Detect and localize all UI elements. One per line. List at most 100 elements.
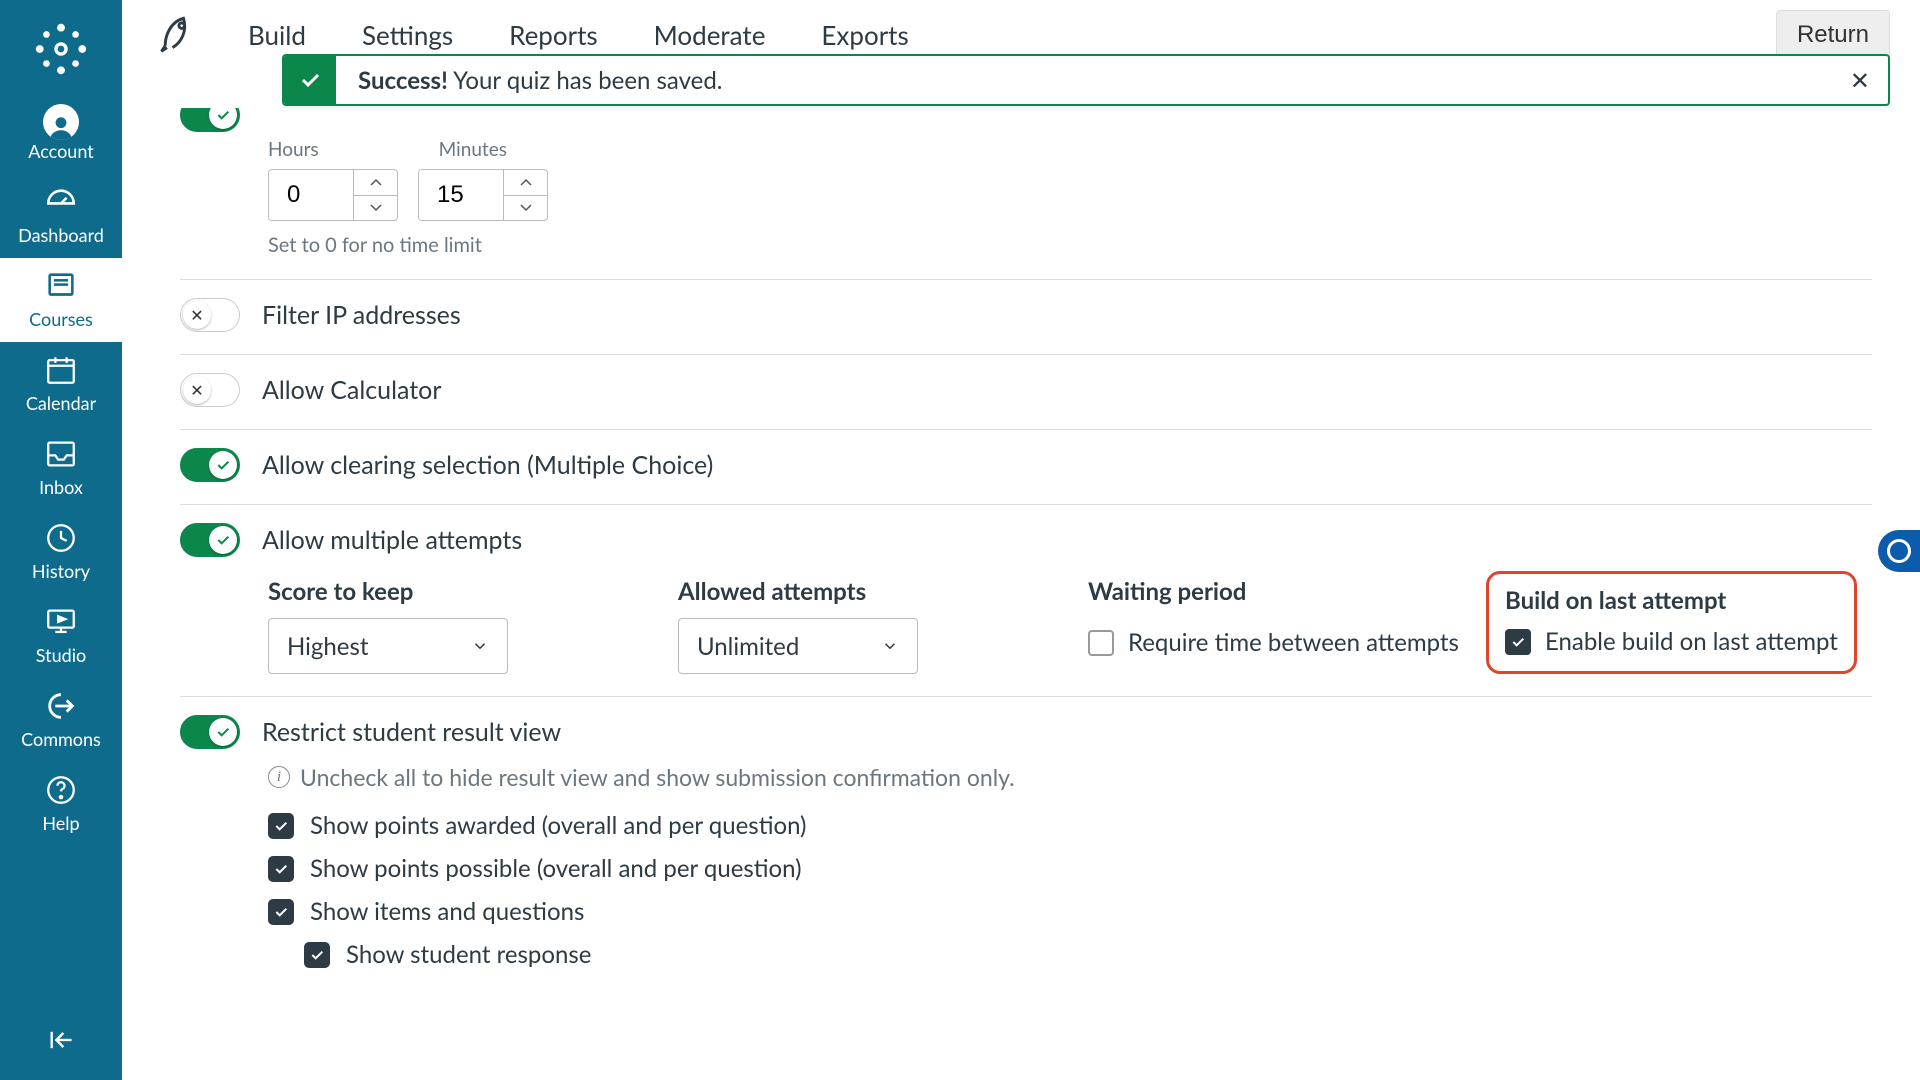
toggle-allow-calculator[interactable] bbox=[180, 373, 240, 407]
row-label: Filter IP addresses bbox=[262, 300, 461, 330]
restrict-info: i Uncheck all to hide result view and sh… bbox=[268, 763, 1872, 791]
tab-moderate[interactable]: Moderate bbox=[654, 19, 766, 51]
sidebar-item-history[interactable]: History bbox=[0, 510, 122, 594]
hours-stepper[interactable] bbox=[268, 169, 398, 221]
sidebar-item-account[interactable]: Account bbox=[0, 94, 122, 174]
row-allow-multiple-attempts: Allow multiple attempts Score to keep Hi… bbox=[180, 504, 1872, 696]
banner-close-button[interactable]: ✕ bbox=[1850, 66, 1870, 95]
return-button[interactable]: Return bbox=[1776, 10, 1890, 60]
history-icon bbox=[43, 520, 79, 556]
brand-logo bbox=[30, 18, 92, 80]
help-fab[interactable] bbox=[1878, 530, 1920, 572]
col-waiting-period: Waiting period Require time between atte… bbox=[1088, 577, 1486, 674]
sidebar-item-calendar[interactable]: Calendar bbox=[0, 342, 122, 426]
help-icon bbox=[43, 772, 79, 808]
quiz-tabs: Build Settings Reports Moderate Exports bbox=[248, 19, 909, 51]
success-banner: Success! Your quiz has been saved. ✕ bbox=[282, 54, 1890, 106]
row-filter-ip: Filter IP addresses bbox=[180, 279, 1872, 354]
sidebar-label: Courses bbox=[29, 308, 93, 330]
info-text: Uncheck all to hide result view and show… bbox=[300, 763, 1015, 791]
minutes-down[interactable] bbox=[504, 196, 548, 221]
row-restrict-results: Restrict student result view i Uncheck a… bbox=[180, 696, 1872, 1005]
sidebar-label: Account bbox=[28, 140, 93, 162]
sidebar-item-studio[interactable]: Studio bbox=[0, 594, 122, 678]
toggle-allow-clearing[interactable] bbox=[180, 448, 240, 482]
collapse-nav-button[interactable] bbox=[0, 1008, 122, 1080]
time-limit-hint: Set to 0 for no time limit bbox=[268, 233, 1872, 257]
avatar-icon bbox=[43, 104, 79, 140]
sidebar-label: Help bbox=[42, 812, 79, 834]
enable-build-checkbox[interactable] bbox=[1505, 629, 1531, 655]
build-on-last-attempt-highlight: Build on last attempt Enable build on la… bbox=[1486, 571, 1857, 674]
sidebar-item-courses[interactable]: Courses bbox=[0, 258, 122, 342]
hours-up[interactable] bbox=[354, 170, 398, 196]
show-items-checkbox[interactable] bbox=[268, 899, 294, 925]
tab-settings[interactable]: Settings bbox=[362, 19, 453, 51]
commons-icon bbox=[43, 688, 79, 724]
canvas-logo-icon bbox=[33, 21, 89, 77]
row-label: Allow multiple attempts bbox=[262, 525, 522, 555]
toggle-filter-ip[interactable] bbox=[180, 298, 240, 332]
hours-input[interactable] bbox=[269, 170, 353, 220]
sidebar-label: Dashboard bbox=[18, 224, 104, 246]
require-waiting-checkbox[interactable] bbox=[1088, 630, 1114, 656]
checkbox-label: Show points awarded (overall and per que… bbox=[310, 811, 806, 840]
collapse-icon bbox=[46, 1026, 76, 1054]
show-points-awarded-checkbox[interactable] bbox=[268, 813, 294, 839]
tab-build[interactable]: Build bbox=[248, 19, 306, 51]
show-points-possible-checkbox[interactable] bbox=[268, 856, 294, 882]
chevron-down-icon bbox=[881, 637, 899, 655]
minutes-up[interactable] bbox=[504, 170, 548, 196]
row-time-limit: Time limit Hours Minutes S bbox=[180, 108, 1872, 279]
inbox-icon bbox=[43, 436, 79, 472]
main-area: Build Settings Reports Moderate Exports … bbox=[122, 0, 1920, 1080]
col-score-to-keep: Score to keep Highest bbox=[268, 577, 678, 674]
allowed-attempts-select[interactable]: Unlimited bbox=[678, 618, 918, 674]
settings-content: Time limit Hours Minutes S bbox=[180, 108, 1872, 1080]
checkbox-label: Enable build on last attempt bbox=[1545, 627, 1838, 656]
minutes-input[interactable] bbox=[419, 170, 503, 220]
calendar-icon bbox=[43, 352, 79, 388]
checkbox-label: Show student response bbox=[346, 940, 591, 969]
row-allow-clearing: Allow clearing selection (Multiple Choic… bbox=[180, 429, 1872, 504]
minutes-stepper[interactable] bbox=[418, 169, 548, 221]
col-header: Score to keep bbox=[268, 577, 678, 606]
sidebar-label: Inbox bbox=[39, 476, 83, 498]
toggle-time-limit[interactable] bbox=[180, 108, 240, 132]
sidebar-label: History bbox=[32, 560, 90, 582]
col-allowed-attempts: Allowed attempts Unlimited bbox=[678, 577, 1088, 674]
sidebar-item-dashboard[interactable]: Dashboard bbox=[0, 174, 122, 258]
row-label: Allow clearing selection (Multiple Choic… bbox=[262, 450, 713, 480]
col-header: Waiting period bbox=[1088, 577, 1486, 606]
global-nav: Account Dashboard Courses Calendar Inbox… bbox=[0, 0, 122, 1080]
hours-label: Hours bbox=[268, 138, 319, 161]
sidebar-label: Commons bbox=[21, 728, 101, 750]
row-allow-calculator: Allow Calculator bbox=[180, 354, 1872, 429]
col-header: Allowed attempts bbox=[678, 577, 1088, 606]
hours-down[interactable] bbox=[354, 196, 398, 221]
studio-icon bbox=[43, 604, 79, 640]
dashboard-icon bbox=[43, 184, 79, 220]
sidebar-label: Studio bbox=[36, 644, 86, 666]
col-header: Build on last attempt bbox=[1505, 586, 1838, 615]
banner-message: Success! Your quiz has been saved. bbox=[336, 66, 722, 95]
toggle-allow-multiple[interactable] bbox=[180, 523, 240, 557]
chevron-down-icon bbox=[471, 637, 489, 655]
tab-reports[interactable]: Reports bbox=[509, 19, 598, 51]
toggle-restrict-results[interactable] bbox=[180, 715, 240, 749]
rocket-icon[interactable] bbox=[156, 11, 200, 59]
score-to-keep-select[interactable]: Highest bbox=[268, 618, 508, 674]
row-label: Restrict student result view bbox=[262, 717, 561, 747]
minutes-label: Minutes bbox=[439, 138, 507, 161]
show-student-response-checkbox[interactable] bbox=[304, 942, 330, 968]
sidebar-item-inbox[interactable]: Inbox bbox=[0, 426, 122, 510]
sidebar-item-commons[interactable]: Commons bbox=[0, 678, 122, 762]
select-value: Highest bbox=[287, 632, 368, 661]
select-value: Unlimited bbox=[697, 632, 799, 661]
sidebar-item-help[interactable]: Help bbox=[0, 762, 122, 846]
info-icon: i bbox=[268, 766, 290, 788]
sidebar-label: Calendar bbox=[26, 392, 96, 414]
tab-exports[interactable]: Exports bbox=[821, 19, 908, 51]
checkbox-label: Require time between attempts bbox=[1128, 628, 1459, 657]
checkbox-label: Show points possible (overall and per qu… bbox=[310, 854, 802, 883]
